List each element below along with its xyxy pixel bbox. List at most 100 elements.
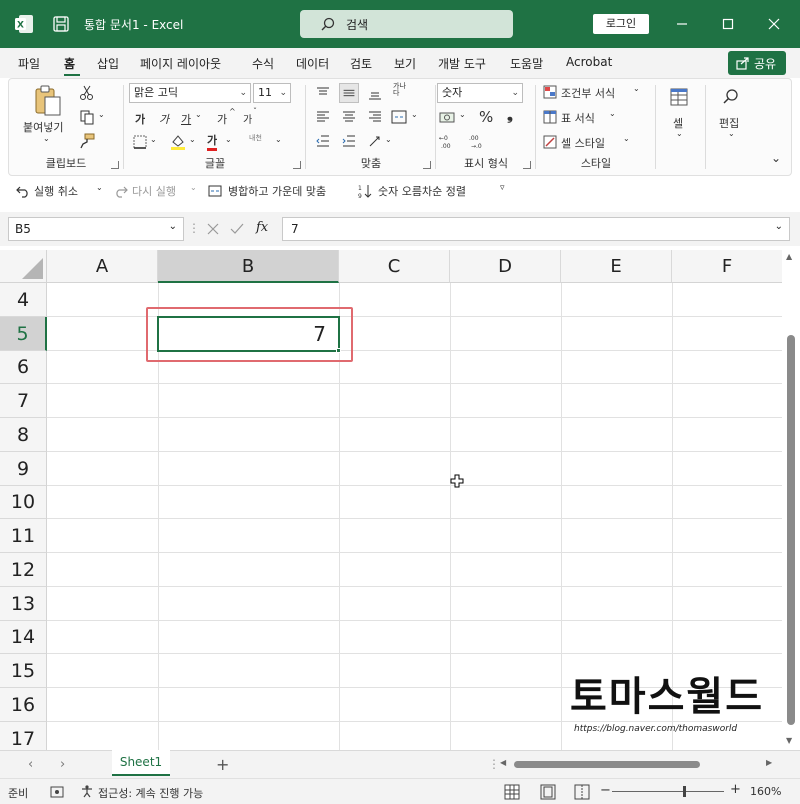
zoom-slider[interactable] [612,791,724,792]
tab-help[interactable]: 도움말 [510,55,543,72]
shrink-font-button[interactable]: 가 [243,111,252,126]
next-sheet-icon[interactable]: › [60,757,65,772]
table-format-icon[interactable] [543,110,557,124]
macro-record-icon[interactable] [50,785,64,799]
tab-file[interactable]: 파일 [18,55,40,72]
column-header-a[interactable]: A [47,250,158,283]
minimize-icon[interactable] [670,12,694,36]
row-header-10[interactable]: 10 [0,486,47,519]
zoom-in-button[interactable]: + [730,782,741,797]
vertical-scrollbar[interactable]: ▲ ▼ [782,250,800,750]
grow-font-button[interactable]: 가 [217,111,227,127]
insert-function-button[interactable]: fx [256,220,268,235]
select-all-button[interactable] [0,250,47,283]
row-header-7[interactable]: 7 [0,384,47,418]
conditional-format-button[interactable]: 조건부 서식 [561,85,615,101]
tab-home[interactable]: 홈 [64,55,75,72]
cell-styles-icon[interactable] [543,135,557,149]
align-center-icon[interactable] [341,109,357,125]
row-header-12[interactable]: 12 [0,553,47,587]
row-header-15[interactable]: 15 [0,654,47,688]
worksheet-grid[interactable]: A B C D E F 4 5 6 7 8 9 10 11 12 13 14 15 16 17 7 토마스… [0,250,782,750]
row-header-6[interactable]: 6 [0,351,47,384]
align-right-icon[interactable] [367,109,383,125]
comma-button[interactable]: ❟ [507,106,513,124]
tab-developer[interactable]: 개발 도구 [438,55,486,72]
tab-page-layout[interactable]: 페이지 레이아웃 [140,55,221,72]
percent-button[interactable]: % [479,108,493,126]
cell-styles-button[interactable]: 셀 스타일 [561,135,605,151]
undo-button[interactable]: 실행 취소 [34,183,78,199]
sheet-tab-sheet1[interactable]: Sheet1 [112,750,170,776]
scroll-down-icon[interactable]: ▼ [786,736,792,745]
tab-review[interactable]: 검토 [350,55,372,72]
merge-center-icon[interactable] [208,184,222,198]
row-header-16[interactable]: 16 [0,688,47,722]
login-button[interactable]: 로그인 [593,14,649,34]
accessibility-status[interactable]: 접근성: 계속 진행 가능 [98,785,203,801]
align-left-icon[interactable] [315,109,331,125]
column-header-d[interactable]: D [450,250,561,283]
fill-handle[interactable] [336,348,341,353]
orientation-icon[interactable] [367,133,383,149]
name-box[interactable]: B5 ⌄ [8,217,184,241]
table-format-button[interactable]: 표 서식 [561,110,595,126]
search-box[interactable]: 검색 [300,10,513,38]
merge-dropdown-icon[interactable]: ⌄ [411,110,418,119]
increase-indent-icon[interactable] [341,133,357,149]
sort-ascending-icon[interactable]: 19 [358,183,374,199]
page-layout-view-icon[interactable] [540,784,556,800]
row-header-9[interactable]: 9 [0,452,47,486]
redo-icon[interactable] [114,184,128,198]
copy-dropdown-icon[interactable]: ⌄ [98,110,105,119]
column-header-b[interactable]: B [158,250,339,283]
copy-icon[interactable] [79,109,95,125]
normal-view-icon[interactable] [504,784,520,800]
accessibility-icon[interactable] [80,784,94,798]
vertical-scroll-thumb[interactable] [787,335,795,725]
underline-dropdown-icon[interactable]: ⌄ [195,110,202,119]
row-header-13[interactable]: 13 [0,587,47,621]
find-icon[interactable] [721,87,741,107]
sort-ascending-button[interactable]: 숫자 오름차순 정렬 [378,183,466,199]
cut-icon[interactable] [79,85,95,101]
currency-icon[interactable] [439,109,455,125]
row-header-11[interactable]: 11 [0,519,47,553]
formula-input[interactable]: 7 ⌄ [282,217,790,241]
font-size-select[interactable]: 11 ⌄ [253,83,291,103]
chevron-down-icon[interactable]: ⌄ [623,134,630,143]
decrease-indent-icon[interactable] [315,133,331,149]
maximize-icon[interactable] [716,12,740,36]
cancel-icon[interactable] [206,222,220,236]
collapse-ribbon-icon[interactable]: ⌄ [771,151,781,165]
number-format-select[interactable]: 숫자 ⌄ [437,83,523,103]
row-header-4[interactable]: 4 [0,283,47,317]
row-header-17[interactable]: 17 [0,722,47,750]
row-header-8[interactable]: 8 [0,418,47,452]
paste-icon[interactable] [33,85,63,117]
underline-button[interactable]: 가 [181,111,191,127]
wrap-text-button[interactable]: 가나다 [393,83,407,97]
increase-decimal-icon[interactable]: ←0.00 [439,133,459,149]
tab-formulas[interactable]: 수식 [252,55,274,72]
tab-view[interactable]: 보기 [394,55,416,72]
phonetic-button[interactable]: 내천 [249,133,262,143]
zoom-level[interactable]: 160% [750,785,781,798]
italic-button[interactable]: 가 [159,111,169,127]
scroll-left-icon[interactable]: ◀ [500,758,506,767]
row-header-5[interactable]: 5 [0,317,47,351]
number-launcher-icon[interactable] [523,161,531,169]
font-name-select[interactable]: 맑은 고딕 ⌄ [129,83,251,103]
undo-dropdown-icon[interactable]: ⌄ [96,183,103,192]
enter-icon[interactable] [230,222,244,236]
paste-label[interactable]: 붙여넣기 [23,119,63,135]
currency-dropdown-icon[interactable]: ⌄ [459,110,466,119]
column-header-e[interactable]: E [561,250,672,283]
active-cell-b5[interactable]: 7 [157,316,340,352]
border-icon[interactable] [133,135,147,149]
font-launcher-icon[interactable] [293,161,301,169]
clipboard-launcher-icon[interactable] [111,161,119,169]
align-bottom-icon[interactable] [367,85,383,101]
horizontal-scroll-thumb[interactable] [514,761,700,768]
column-header-f[interactable]: F [672,250,782,283]
